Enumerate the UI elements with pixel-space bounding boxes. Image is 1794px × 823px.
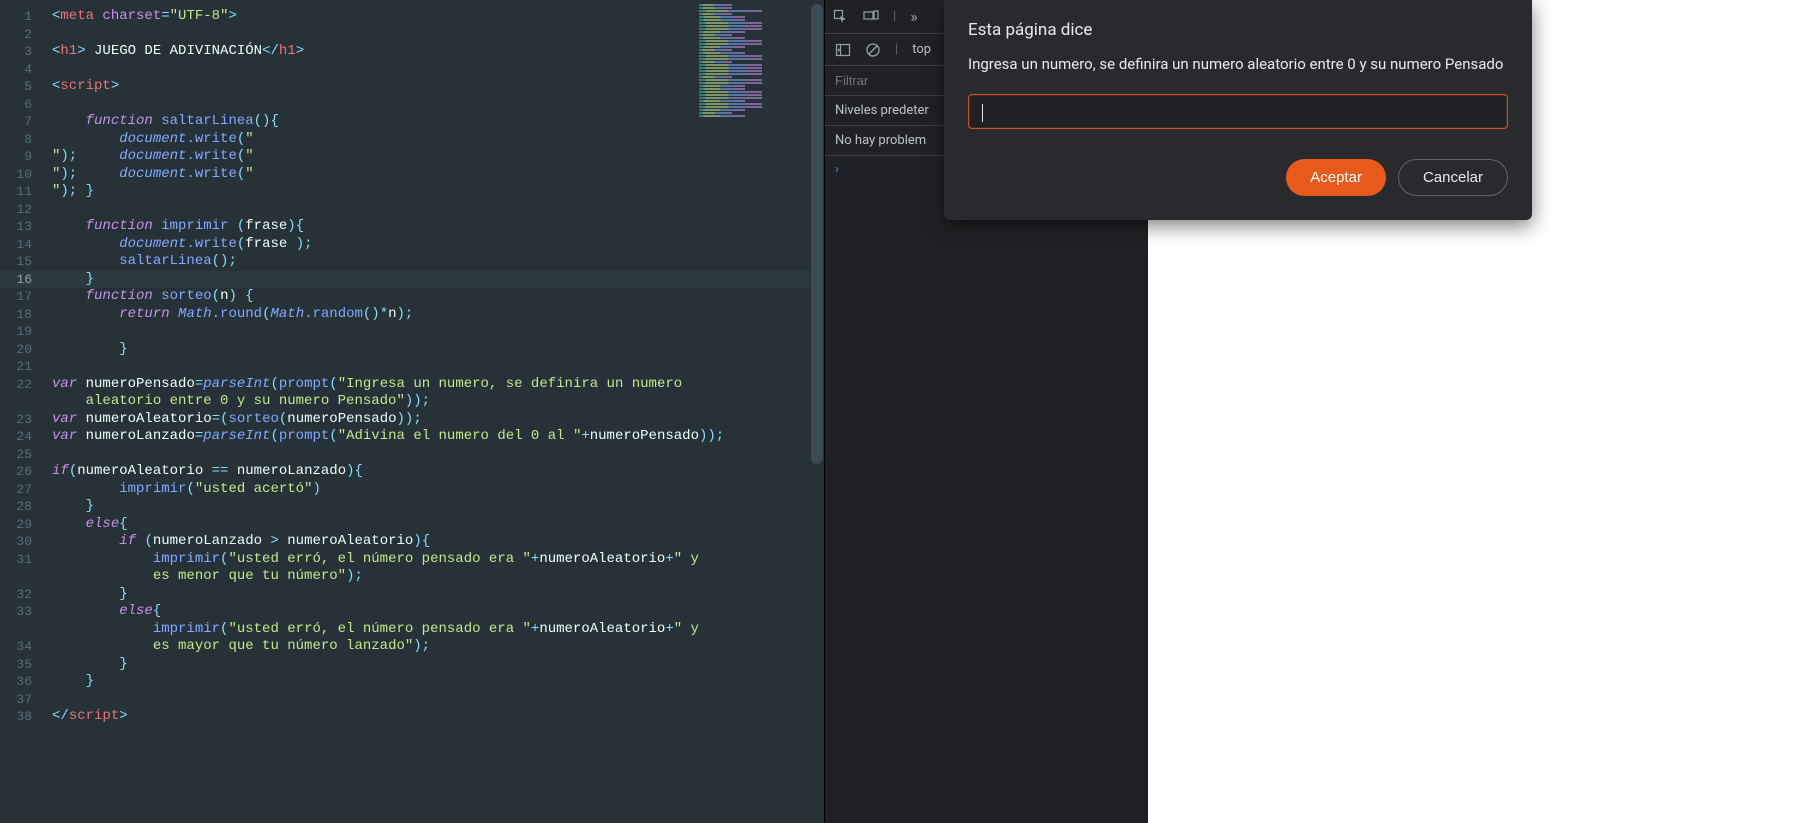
device-toggle-icon[interactable]: [863, 9, 879, 25]
dialog-message: Ingresa un numero, se definira un numero…: [968, 54, 1508, 76]
context-selector[interactable]: top: [912, 42, 931, 57]
separator: |: [895, 42, 898, 57]
clear-console-icon[interactable]: [865, 42, 881, 58]
accept-button[interactable]: Aceptar: [1286, 159, 1386, 196]
editor-scrollbar-track[interactable]: [810, 0, 824, 823]
dialog-button-row: Aceptar Cancelar: [968, 159, 1508, 196]
console-sidebar-toggle-icon[interactable]: [835, 42, 851, 58]
cancel-button[interactable]: Cancelar: [1398, 159, 1508, 196]
browser-preview-pane: Esta página dice Ingresa un numero, se d…: [1148, 0, 1794, 823]
issues-label: No hay problem: [835, 133, 926, 148]
log-levels-label: Niveles predeter: [835, 103, 929, 118]
dialog-title: Esta página dice: [968, 20, 1508, 40]
line-number-gutter: 12345678910111213141516171819202122 2324…: [0, 0, 40, 823]
console-prompt-marker: ›: [835, 162, 839, 177]
text-cursor: [982, 104, 983, 122]
editor-scrollbar-thumb[interactable]: [811, 4, 823, 464]
js-prompt-dialog: Esta página dice Ingresa un numero, se d…: [944, 0, 1532, 220]
dialog-input[interactable]: [968, 94, 1508, 129]
separator: |: [893, 9, 896, 24]
inspect-element-icon[interactable]: [833, 9, 849, 25]
code-editor-pane: 12345678910111213141516171819202122 2324…: [0, 0, 824, 823]
more-icon[interactable]: »: [910, 9, 926, 25]
minimap[interactable]: [699, 4, 809, 124]
